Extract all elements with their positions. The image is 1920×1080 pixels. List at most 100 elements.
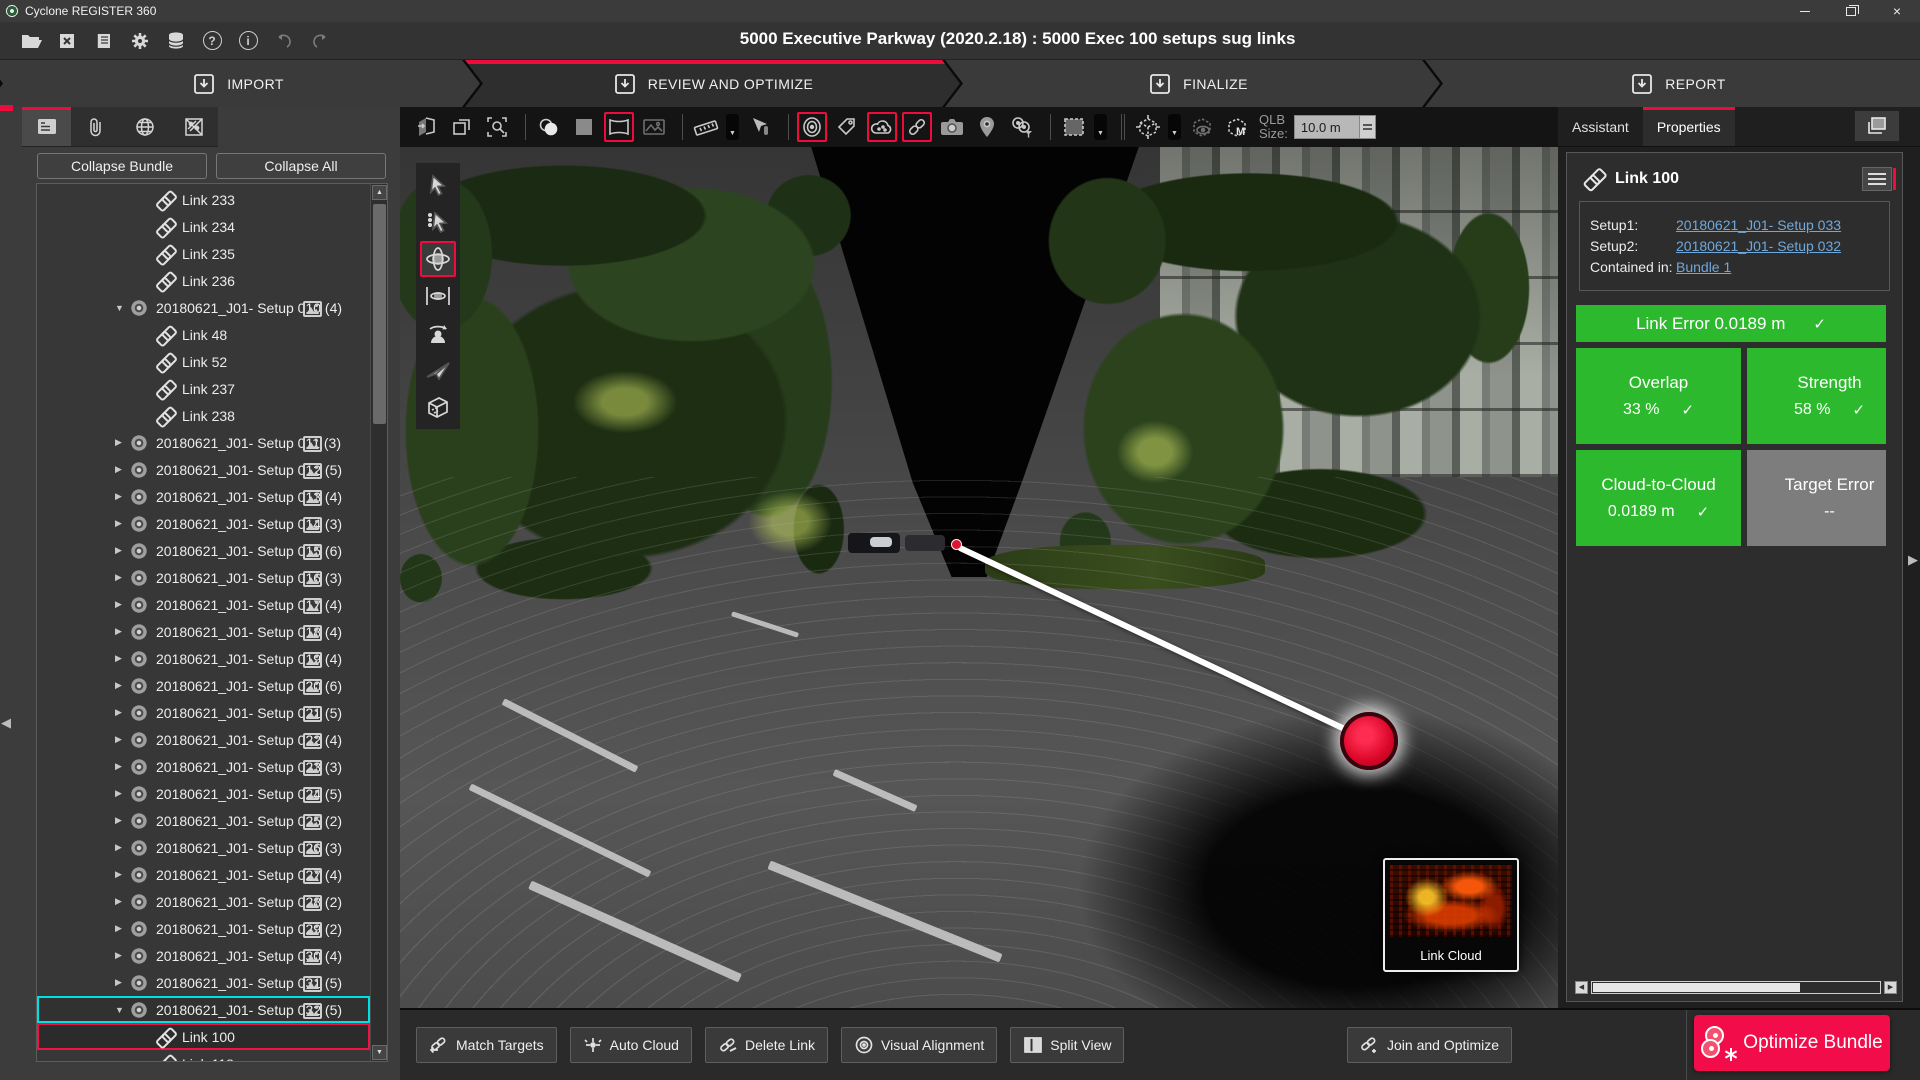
workflow-tab[interactable]: REVIEW AND OPTIMIZE xyxy=(465,60,960,107)
expand-arrow-icon[interactable] xyxy=(115,626,131,637)
tree-row[interactable]: Link 236 xyxy=(37,267,370,294)
setup-image-icon[interactable] xyxy=(303,922,322,938)
match-targets-button[interactable]: Match Targets xyxy=(416,1027,557,1063)
link-start-point[interactable] xyxy=(951,539,962,550)
tree-row[interactable]: 20180621_J01- Setup 028 (2) xyxy=(37,888,370,915)
database-icon[interactable] xyxy=(158,27,194,55)
expand-arrow-icon[interactable] xyxy=(115,437,131,448)
setup-image-icon[interactable] xyxy=(303,517,322,533)
setup-image-icon[interactable] xyxy=(303,544,322,560)
geotag-filter-icon[interactable] xyxy=(1007,112,1037,142)
view-cube-icon[interactable] xyxy=(420,389,456,425)
tree-row[interactable]: 20180621_J01- Setup 018 (4) xyxy=(37,618,370,645)
look-around-icon[interactable] xyxy=(420,315,456,351)
info-link[interactable]: Bundle 1 xyxy=(1676,259,1731,275)
expand-arrow-icon[interactable] xyxy=(115,599,131,610)
settings-gear-icon[interactable] xyxy=(122,27,158,55)
expand-arrow-icon[interactable] xyxy=(115,761,131,772)
expand-arrow-icon[interactable] xyxy=(115,815,131,826)
scrollbar-thumb[interactable] xyxy=(373,204,386,424)
snapshot-camera-icon[interactable] xyxy=(937,112,967,142)
location-pin-icon[interactable] xyxy=(972,112,1002,142)
join-and-optimize-button[interactable]: Join and Optimize xyxy=(1347,1027,1512,1063)
expand-arrow-icon[interactable] xyxy=(115,707,131,718)
expand-arrow-icon[interactable] xyxy=(115,842,131,853)
select-dropdown[interactable]: ▼ xyxy=(1094,114,1107,140)
limit-box-view-icon[interactable] xyxy=(1187,112,1217,142)
tab-assistant[interactable]: Assistant xyxy=(1558,107,1643,146)
tree-row[interactable]: 20180621_J01- Setup 012 (5) xyxy=(37,456,370,483)
zoom-selection-icon[interactable] xyxy=(482,112,512,142)
tree-row[interactable]: Link 235 xyxy=(37,240,370,267)
tree-scrollbar[interactable]: ▲ ▼ xyxy=(370,184,387,1061)
scroll-down-button[interactable]: ▼ xyxy=(372,1045,387,1060)
expand-arrow-icon[interactable] xyxy=(115,923,131,934)
tree-row[interactable]: 20180621_J01- Setup 022 (4) xyxy=(37,726,370,753)
expand-arrow-icon[interactable] xyxy=(115,788,131,799)
fit-view-icon[interactable] xyxy=(412,112,442,142)
expand-arrow-icon[interactable] xyxy=(115,491,131,502)
tree-row[interactable]: Link 237 xyxy=(37,375,370,402)
help-icon[interactable]: ? xyxy=(194,27,230,55)
collapse-all-button[interactable]: Collapse All xyxy=(216,153,386,179)
measure-dropdown[interactable]: ▼ xyxy=(726,114,739,140)
expand-arrow-icon[interactable] xyxy=(115,734,131,745)
tree-row[interactable]: 20180621_J01- Setup 010 (4) xyxy=(37,294,370,321)
tree-row[interactable]: Link 234 xyxy=(37,213,370,240)
tree-row[interactable]: 20180621_J01- Setup 024 (5) xyxy=(37,780,370,807)
tree-row[interactable]: Link 52 xyxy=(37,348,370,375)
solid-view-icon[interactable] xyxy=(569,112,599,142)
delete-link-button[interactable]: Delete Link xyxy=(705,1027,828,1063)
open-project-icon[interactable] xyxy=(14,27,50,55)
tree-row[interactable]: 20180621_J01- Setup 013 (4) xyxy=(37,483,370,510)
sidebar-collapse-arrow[interactable]: ◀ xyxy=(1,715,11,731)
info-link[interactable]: 20180621_J01- Setup 033 xyxy=(1676,217,1841,233)
tag-icon[interactable] xyxy=(832,112,862,142)
constrained-orbit-icon[interactable] xyxy=(420,278,456,314)
setup-image-icon[interactable] xyxy=(303,814,322,830)
link-mode-icon[interactable] xyxy=(902,112,932,142)
expand-arrow-icon[interactable] xyxy=(115,303,131,313)
setup-image-icon[interactable] xyxy=(303,868,322,884)
scroll-up-button[interactable]: ▲ xyxy=(372,185,387,200)
expand-arrow-icon[interactable] xyxy=(115,545,131,556)
tree-row[interactable]: 20180621_J01- Setup 026 (3) xyxy=(37,834,370,861)
tree-row[interactable]: 20180621_J01- Setup 029 (2) xyxy=(37,915,370,942)
auto-cloud-button[interactable]: Auto Cloud xyxy=(570,1027,692,1063)
tree-row[interactable]: 20180621_J01- Setup 023 (3) xyxy=(37,753,370,780)
visual-alignment-button[interactable]: Visual Alignment xyxy=(841,1027,997,1063)
select-cursor-icon[interactable] xyxy=(420,167,456,203)
tree-row[interactable]: 20180621_J01- Setup 027 (4) xyxy=(37,861,370,888)
setup-image-icon[interactable] xyxy=(303,841,322,857)
setup-image-icon[interactable] xyxy=(303,463,322,479)
viewport[interactable]: ▼ xyxy=(400,107,1558,1008)
tab-project-tree[interactable] xyxy=(22,107,71,146)
tree-row[interactable]: 20180621_J01- Setup 016 (3) xyxy=(37,564,370,591)
probe-cursor-icon[interactable] xyxy=(745,112,775,142)
panel-layout-icon[interactable] xyxy=(1854,110,1900,142)
expand-arrow-icon[interactable] xyxy=(115,680,131,691)
image-view-icon[interactable] xyxy=(639,112,669,142)
expand-arrow-icon[interactable] xyxy=(115,464,131,475)
limit-box-dropdown[interactable]: ▼ xyxy=(1168,114,1181,140)
setup-image-icon[interactable] xyxy=(303,706,322,722)
rect-select-icon[interactable] xyxy=(1059,112,1089,142)
hscroll-left-button[interactable]: ◀ xyxy=(1575,981,1588,994)
tree-row[interactable]: 20180621_J01- Setup 011 (3) xyxy=(37,429,370,456)
redo-icon[interactable] xyxy=(302,27,338,55)
cloud-mode-icon[interactable] xyxy=(867,112,897,142)
tab-geo-globe[interactable] xyxy=(120,107,169,146)
qlb-size-input[interactable] xyxy=(1294,115,1360,139)
tree-row[interactable]: Link 100 xyxy=(37,1023,370,1050)
minimize-button[interactable] xyxy=(1782,0,1828,22)
panel-expand-arrow[interactable]: ▶ xyxy=(1908,552,1918,568)
tree-row[interactable]: 20180621_J01- Setup 031 (5) xyxy=(37,969,370,996)
limit-box-icon[interactable] xyxy=(1133,112,1163,142)
qlb-spinner[interactable] xyxy=(1359,115,1376,139)
setup-image-icon[interactable] xyxy=(303,598,322,614)
collapse-bundle-button[interactable]: Collapse Bundle xyxy=(37,153,207,179)
undo-icon[interactable] xyxy=(266,27,302,55)
panorama-view-icon[interactable] xyxy=(604,112,634,142)
multi-select-cursor-icon[interactable] xyxy=(420,204,456,240)
link-marker[interactable] xyxy=(1340,712,1398,770)
